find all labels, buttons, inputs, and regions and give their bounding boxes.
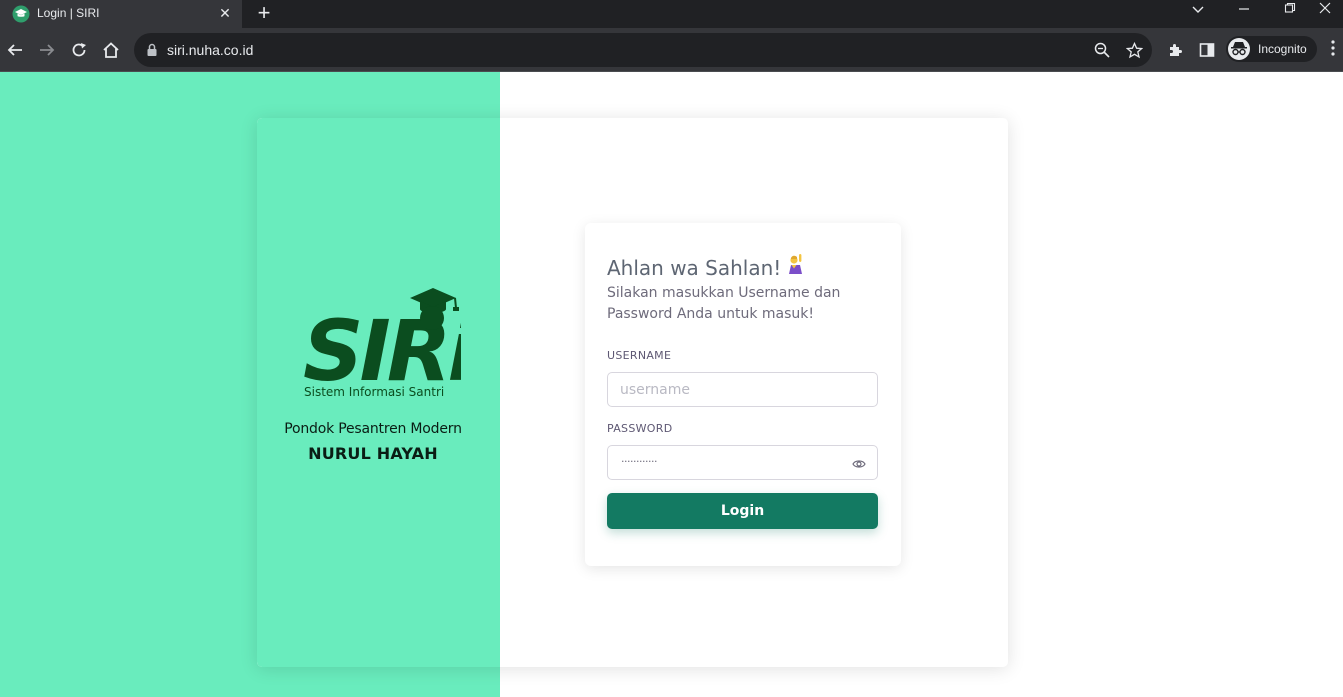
browser-tab[interactable]: Login | SIRI ✕: [0, 0, 242, 28]
close-tab-icon[interactable]: ✕: [215, 3, 235, 23]
home-icon[interactable]: [97, 36, 125, 64]
side-panel-icon[interactable]: [1193, 36, 1221, 64]
back-arrow-icon[interactable]: [1, 36, 29, 64]
school-name-line2: NURUL HAYAH: [308, 444, 438, 463]
incognito-icon: [1228, 38, 1250, 60]
login-subtitle: Silakan masukkan Username dan Password A…: [607, 285, 841, 322]
tab-title: Login | SIRI: [37, 6, 100, 20]
login-button[interactable]: Login: [607, 493, 878, 529]
greeting-heading: Ahlan wa Sahlan!: [607, 253, 805, 280]
extensions-puzzle-icon[interactable]: [1161, 36, 1189, 64]
password-masked-value: ············: [621, 455, 657, 468]
login-form: Ahlan wa Sahlan! Silakan masukkan Userna…: [585, 223, 901, 566]
show-password-eye-icon[interactable]: [852, 457, 866, 471]
person-raising-hand-icon: [787, 253, 805, 280]
logo-subtitle: Sistem Informasi Santri: [304, 385, 444, 399]
browser-toolbar: siri.nuha.co.id Incognito: [0, 28, 1343, 72]
login-card: SIRi Sistem Informasi Santri Pondok Pesa…: [257, 118, 1008, 667]
page-viewport: SIRi Sistem Informasi Santri Pondok Pesa…: [0, 72, 1343, 697]
greeting-text: Ahlan wa Sahlan!: [607, 256, 782, 280]
minimize-icon[interactable]: [1221, 0, 1267, 22]
browser-menu-icon[interactable]: [1331, 40, 1341, 56]
school-name-line1: Pondok Pesantren Modern: [284, 421, 462, 437]
lock-icon: [147, 43, 157, 56]
graduation-cap-icon: [12, 5, 30, 23]
brand-panel: SIRi Sistem Informasi Santri Pondok Pesa…: [257, 118, 500, 667]
incognito-label: Incognito: [1258, 42, 1307, 56]
username-label: USERNAME: [607, 349, 672, 362]
forward-arrow-icon[interactable]: [33, 36, 61, 64]
reload-icon[interactable]: [65, 36, 93, 64]
siri-logo: SIRi Sistem Informasi Santri: [303, 288, 461, 399]
password-label: PASSWORD: [607, 422, 673, 435]
zoom-icon[interactable]: [1092, 40, 1112, 60]
password-input[interactable]: ············: [607, 445, 878, 480]
url-text: siri.nuha.co.id: [167, 42, 254, 58]
incognito-profile-button[interactable]: Incognito: [1226, 36, 1317, 62]
tab-search-icon[interactable]: [1175, 0, 1221, 22]
new-tab-button[interactable]: +: [252, 1, 276, 25]
username-input[interactable]: [607, 372, 878, 407]
close-window-icon[interactable]: [1306, 0, 1343, 22]
address-bar[interactable]: siri.nuha.co.id: [134, 33, 1152, 67]
tab-strip: Login | SIRI ✕ +: [0, 0, 1343, 28]
bookmark-star-icon[interactable]: [1124, 40, 1144, 60]
